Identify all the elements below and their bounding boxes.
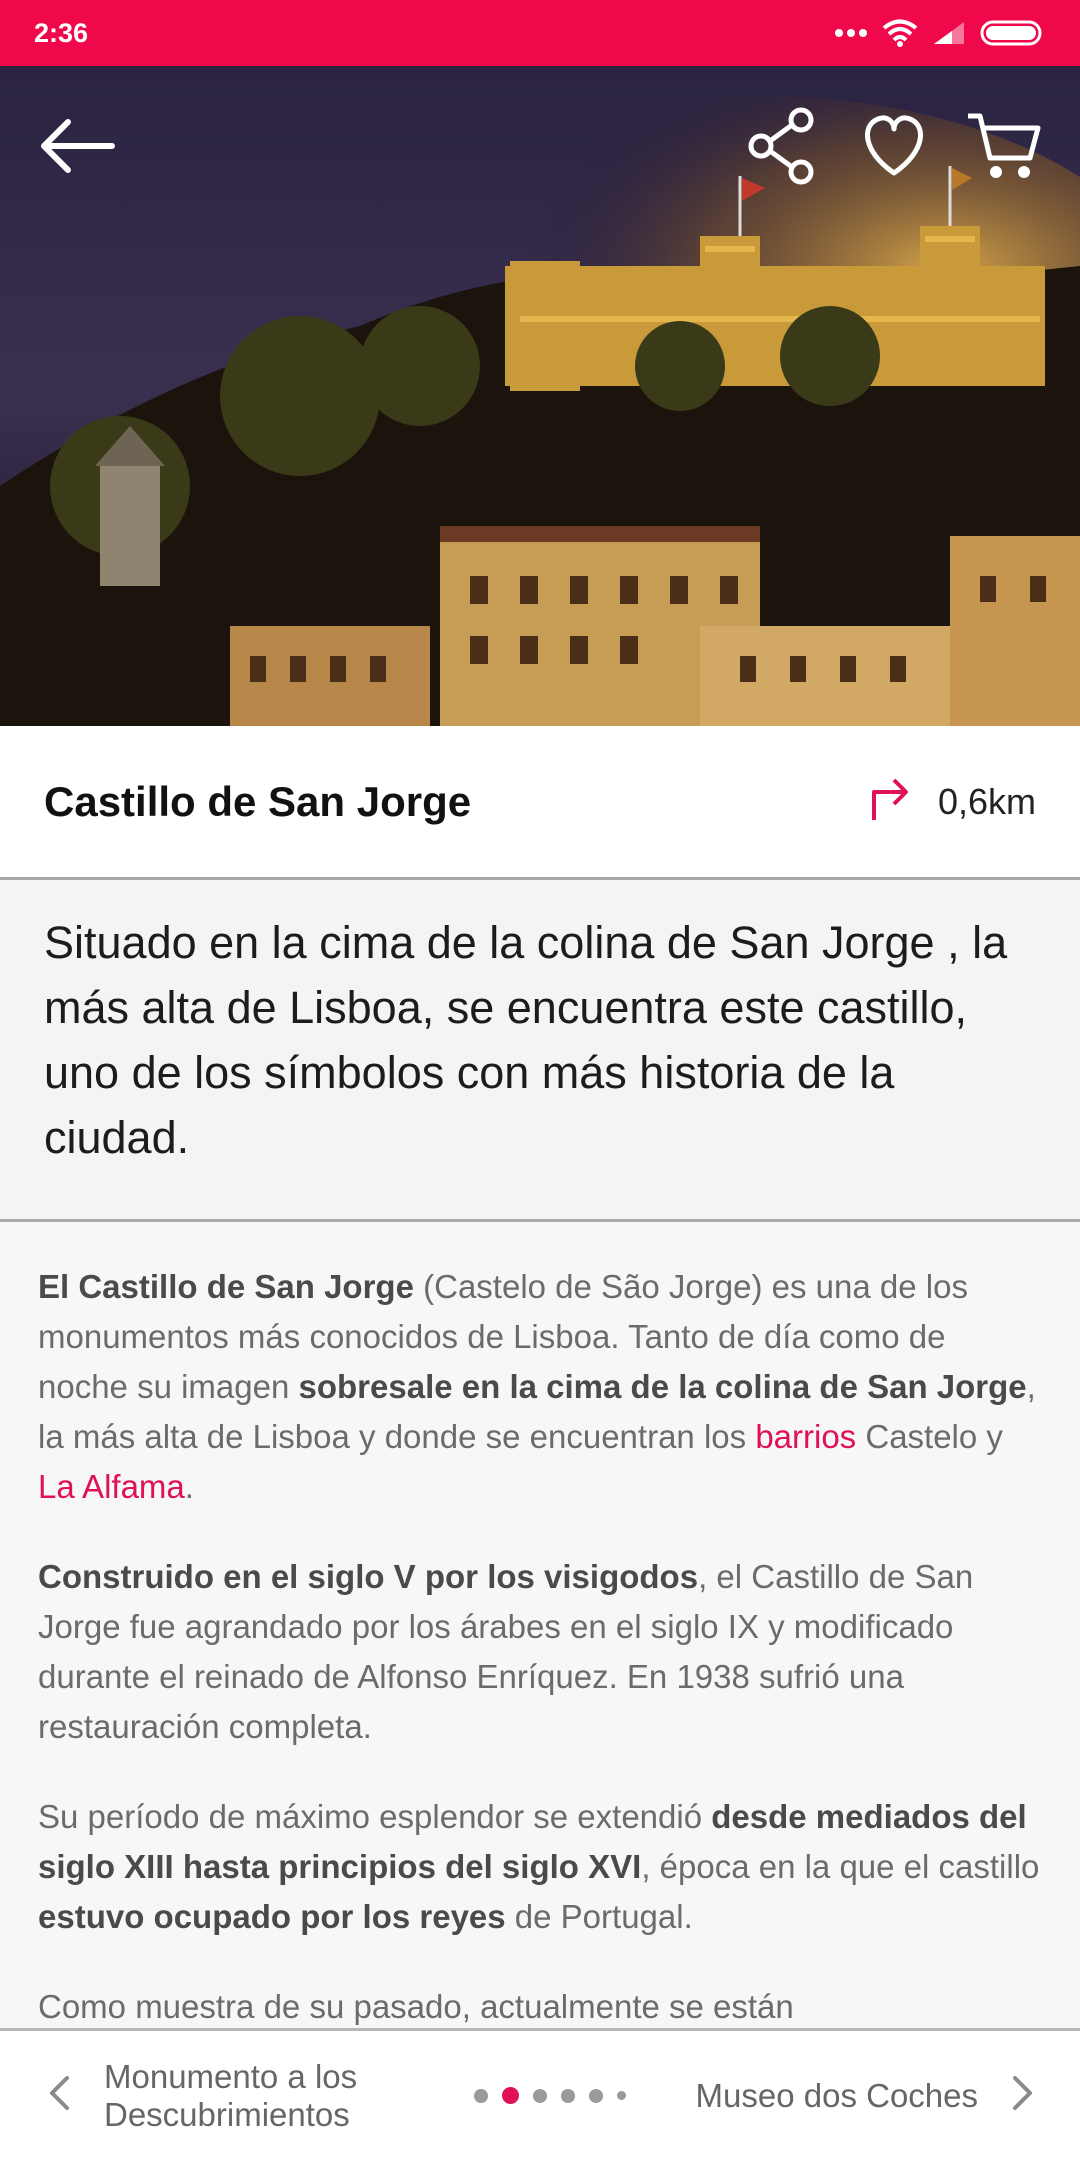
- status-bar: 2:36: [0, 0, 1080, 66]
- intro-text: Situado en la cima de la colina de San J…: [44, 917, 1008, 1163]
- emphasis-text: sobresale en la cima de la colina de San…: [298, 1368, 1027, 1405]
- distance-button[interactable]: 0,6km: [868, 772, 1036, 831]
- body-text: Como muestra de su pasado, actualmente s…: [38, 1988, 794, 2025]
- pager-dot: [589, 2088, 603, 2103]
- previous-place-button[interactable]: Monumento a los Descubrimientos: [0, 2031, 460, 2160]
- intro-section: Situado en la cima de la colina de San J…: [0, 880, 1080, 1222]
- emphasis-text: Construido en el siglo V por los visigod…: [38, 1558, 699, 1595]
- body-text: , época en la que el castillo: [641, 1848, 1040, 1885]
- title-row: Castillo de San Jorge 0,6km: [0, 726, 1080, 880]
- description-body: El Castillo de San Jorge (Castelo de São…: [0, 1222, 1080, 2028]
- heart-icon: [858, 113, 930, 184]
- dots-icon: [834, 28, 868, 38]
- cart-icon: [964, 106, 1044, 191]
- pager-dot: [617, 2091, 626, 2100]
- pager-dot: [533, 2088, 547, 2103]
- pager-dot: [561, 2088, 575, 2103]
- body-text: .: [184, 1468, 194, 1505]
- chevron-left-icon: [48, 2075, 70, 2116]
- description-paragraph: Como muestra de su pasado, actualmente s…: [38, 1982, 1042, 2028]
- body-text: Su período de máximo esplendor se extend…: [38, 1798, 712, 1835]
- description-paragraph: Construido en el siglo V por los visigod…: [38, 1552, 1042, 1752]
- status-time: 2:36: [34, 17, 89, 48]
- share-icon: [747, 106, 817, 191]
- next-place-button[interactable]: Museo dos Coches: [626, 2031, 1080, 2160]
- battery-icon: [980, 19, 1046, 47]
- emphasis-text: El Castillo de San Jorge: [38, 1268, 414, 1305]
- back-arrow-icon: [36, 114, 116, 183]
- emphasis-text: estuvo ocupado por los reyes: [38, 1898, 506, 1935]
- status-icons: [834, 19, 1046, 47]
- signal-icon: [932, 20, 966, 46]
- pager-dots: [474, 2087, 626, 2104]
- back-button[interactable]: [30, 102, 122, 194]
- favorite-button[interactable]: [848, 102, 940, 194]
- link-barrios[interactable]: barrios: [755, 1418, 856, 1455]
- body-text: Castelo y: [856, 1418, 1003, 1455]
- share-button[interactable]: [736, 102, 828, 194]
- description-paragraph: El Castillo de San Jorge (Castelo de São…: [38, 1262, 1042, 1512]
- cart-button[interactable]: [958, 102, 1050, 194]
- place-title: Castillo de San Jorge: [44, 777, 472, 825]
- link-la-alfama[interactable]: La Alfama: [38, 1468, 185, 1505]
- hero-image: [0, 66, 1080, 726]
- next-place-label: Museo dos Coches: [695, 2076, 978, 2114]
- directions-turn-icon: [868, 772, 914, 831]
- pager-dot: [474, 2088, 488, 2103]
- wifi-icon: [882, 19, 918, 47]
- chevron-right-icon: [1012, 2075, 1034, 2116]
- description-paragraph: Su período de máximo esplendor se extend…: [38, 1792, 1042, 1942]
- bottom-nav: Monumento a los Descubrimientos Museo do…: [0, 2028, 1080, 2160]
- body-text: de Portugal.: [505, 1898, 693, 1935]
- pager-dot-active: [502, 2087, 519, 2104]
- previous-place-label: Monumento a los Descubrimientos: [104, 2057, 358, 2133]
- distance-value: 0,6km: [937, 780, 1036, 822]
